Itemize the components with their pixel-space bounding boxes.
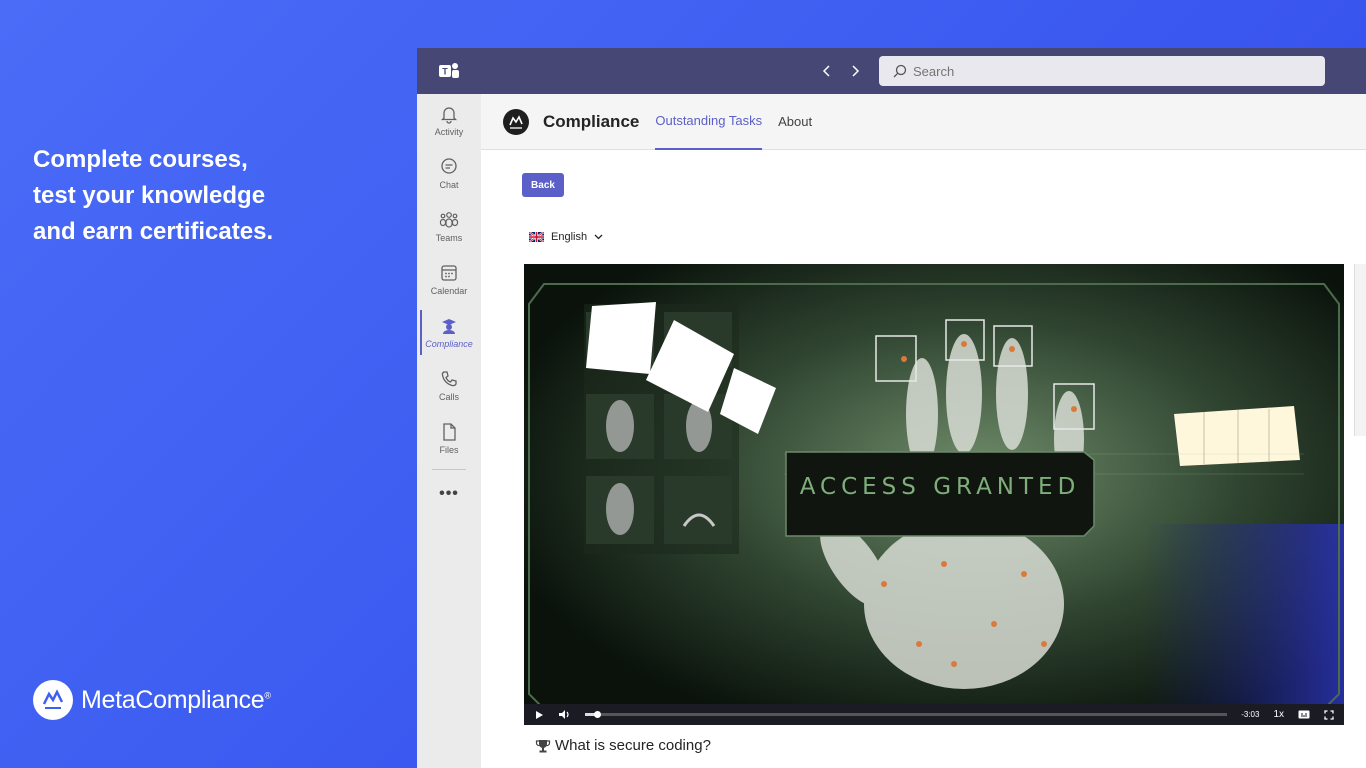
video-controls: -3:03 1x [524,704,1344,725]
volume-icon[interactable] [558,709,571,720]
tab-outstanding-tasks[interactable]: Outstanding Tasks [655,94,763,150]
search-icon [893,64,907,78]
brand-logo-block: MetaCompliance® [33,680,271,720]
playback-speed-button[interactable]: 1x [1273,709,1284,720]
time-remaining: -3:03 [1241,710,1260,719]
question-text: What is secure coding? [555,737,711,754]
forward-arrow-icon[interactable] [847,61,863,81]
history-nav [819,61,863,81]
svg-text:T: T [442,67,448,77]
teams-top-bar: T [417,48,1366,94]
lesson-question: What is secure coding? [535,737,711,754]
rail-label: Activity [434,127,464,137]
progress-bar[interactable] [585,711,1228,718]
language-label: English [551,231,588,243]
rail-label: Chat [439,180,459,190]
phone-icon [441,371,457,387]
app-content: Compliance Outstanding Tasks About Back … [481,94,1366,768]
video-overlay-text: ACCESS GRANTED [799,474,1081,500]
progress-handle[interactable] [593,711,601,718]
metacompliance-logo-icon [33,680,73,720]
fullscreen-icon[interactable] [1324,709,1334,720]
rail-item-files[interactable]: Files [417,412,481,465]
captions-icon[interactable] [1298,710,1310,719]
language-selector[interactable]: English [529,231,603,243]
teams-icon [439,212,459,228]
side-panel-peek [1354,264,1366,436]
rail-item-calls[interactable]: Calls [417,359,481,412]
rail-item-activity[interactable]: Activity [417,94,481,147]
promo-headline: Complete courses, test your knowledge an… [33,142,373,250]
compliance-app-logo-icon [503,108,529,135]
search-box[interactable] [879,56,1325,86]
trophy-icon [535,739,551,752]
promo-line-2: test your knowledge [33,182,266,209]
teams-window: T Activity Chat Teams Calendar [417,48,1366,768]
file-icon [443,423,456,441]
promo-line-3: and earn certificates. [33,218,274,245]
chevron-down-icon [594,234,603,240]
rail-label: Compliance [425,339,473,349]
rail-item-compliance[interactable]: Compliance [417,306,481,359]
search-input[interactable] [913,63,1293,79]
rail-item-chat[interactable]: Chat [417,147,481,200]
bell-icon [440,107,458,124]
rail-label: Calls [438,392,459,402]
rail-label: Files [439,445,459,455]
tab-about[interactable]: About [778,94,812,150]
brand-name: MetaCompliance® [81,685,271,714]
app-title: Compliance [543,111,640,131]
promo-line-1: Complete courses, [33,146,248,173]
rail-label: Teams [435,233,463,243]
back-button[interactable]: Back [522,173,564,197]
app-rail: Activity Chat Teams Calendar Compliance … [417,94,481,768]
video-player[interactable]: ACCESS GRANTED [524,264,1344,725]
calendar-icon [441,265,457,281]
app-header: Compliance Outstanding Tasks About [481,94,1366,150]
uk-flag-icon [529,232,544,242]
play-icon[interactable] [534,710,544,720]
rail-item-teams[interactable]: Teams [417,200,481,253]
compliance-icon [442,319,456,334]
rail-divider [432,469,466,470]
back-arrow-icon[interactable] [819,61,835,81]
rail-item-calendar[interactable]: Calendar [417,253,481,306]
chat-icon [441,158,457,174]
teams-logo-icon[interactable]: T [439,62,459,80]
more-apps-icon[interactable]: ••• [417,474,481,514]
rail-label: Calendar [430,286,468,296]
